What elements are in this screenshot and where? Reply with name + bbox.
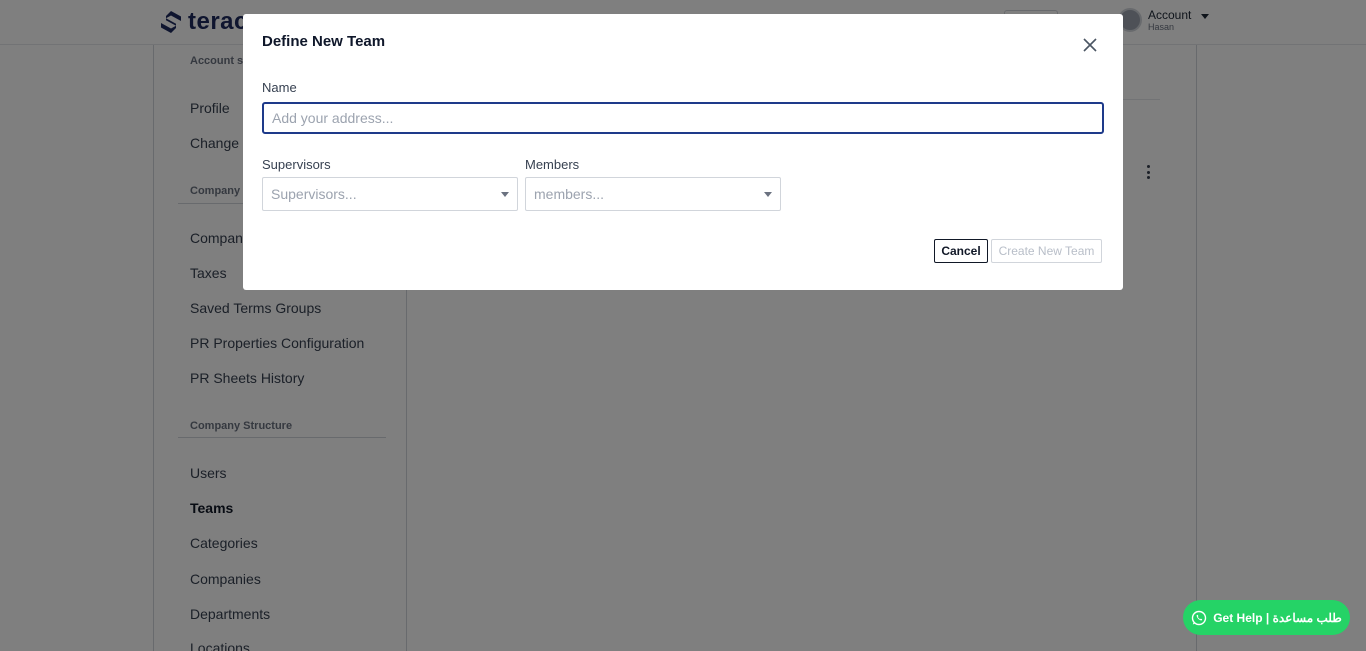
name-label: Name — [262, 80, 297, 95]
create-team-button[interactable]: Create New Team — [991, 239, 1102, 263]
get-help-button[interactable]: Get Help | طلب مساعدة — [1183, 600, 1350, 635]
supervisors-select[interactable]: Supervisors... — [262, 177, 518, 211]
dropdown-arrow-icon — [764, 191, 772, 197]
get-help-label: Get Help | طلب مساعدة — [1213, 610, 1342, 625]
whatsapp-icon — [1192, 610, 1207, 625]
supervisors-label: Supervisors — [262, 157, 331, 172]
team-name-input[interactable] — [262, 102, 1104, 134]
dropdown-arrow-icon — [501, 191, 509, 197]
members-select[interactable]: members... — [525, 177, 781, 211]
close-icon[interactable] — [1081, 36, 1099, 54]
members-label: Members — [525, 157, 580, 172]
cancel-button[interactable]: Cancel — [934, 239, 988, 263]
dialog-title: Define New Team — [262, 33, 386, 50]
supervisors-placeholder: Supervisors... — [271, 186, 357, 202]
members-placeholder: members... — [534, 186, 605, 202]
define-team-dialog: Define New Team Name Supervisors Supervi… — [243, 14, 1123, 290]
